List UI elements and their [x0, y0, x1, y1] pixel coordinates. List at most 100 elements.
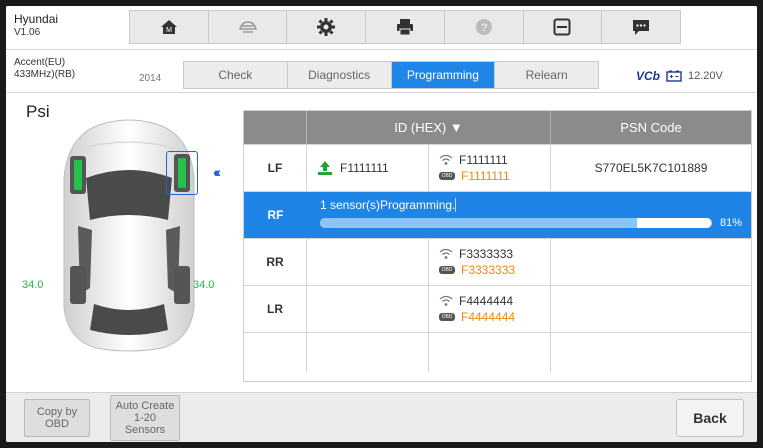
sensor-id-cell: F4444444 OBD F4444444: [429, 286, 551, 332]
vehicle-info-bar: Accent(EU) 433MHz)(RB) 2014 Check Diagno…: [6, 51, 757, 93]
lr-tire-indicator: [74, 270, 82, 300]
lf-tire[interactable]: [70, 156, 86, 194]
psn-code: [551, 239, 751, 285]
car-diagram: ‹‹‹ 34.0 34.0: [22, 118, 240, 358]
help-button[interactable]: ?: [445, 11, 524, 43]
obd-icon: OBD: [439, 313, 455, 321]
auto-create-line2: 1-20: [133, 412, 157, 424]
sensor-id: F1111111: [459, 153, 508, 167]
table-row-lf[interactable]: LF F1111111 F1111111 OBD F1111111 S770EL…: [244, 144, 751, 191]
car-top-view: [63, 119, 195, 352]
sensor-id-cell: F1111111 OBD F1111111: [429, 145, 551, 191]
sensor-id-cell: F3333333 OBD F3333333: [429, 239, 551, 285]
home-icon: M: [160, 20, 177, 34]
programming-progress-fill: [320, 218, 637, 228]
battery-icon: [666, 70, 682, 82]
rf-tire[interactable]: [174, 154, 190, 192]
svg-text:?: ?: [481, 22, 487, 34]
wireless-icon: [439, 248, 453, 259]
programmed-icon: [318, 161, 332, 175]
tab-programming[interactable]: Programming: [391, 62, 496, 88]
row-position: RF: [267, 208, 284, 222]
copy-by-obd-line1: Copy by: [36, 406, 78, 418]
row-position: LF: [244, 145, 307, 191]
sensor-id: F4444444: [459, 294, 514, 308]
main-toolbar: M ?: [129, 10, 681, 44]
table-row-rr[interactable]: RR F3333333 OBD F3333333: [244, 238, 751, 285]
app-version: V1.06: [14, 27, 41, 38]
rr-psi-value: 34.0: [193, 279, 215, 291]
obd-icon: OBD: [439, 266, 455, 274]
table-row-rf[interactable]: RF 1 sensor(s)Programming. 81%: [244, 191, 751, 238]
bottom-action-bar: Copy by OBD Auto Create 1-20 Sensors Bac…: [6, 392, 757, 442]
programmed-id-cell: [307, 239, 429, 285]
settings-icon: [317, 18, 336, 36]
psn-code: S770EL5K7C101889: [594, 161, 708, 175]
save-icon: [553, 18, 571, 36]
header-position: [244, 111, 307, 144]
home-button[interactable]: M: [130, 11, 209, 43]
svg-text:M: M: [166, 27, 172, 34]
lr-psi-value: 34.0: [22, 279, 44, 291]
header-psn-code: PSN Code: [620, 120, 682, 135]
vci-status: VCb 12.20V: [636, 69, 723, 83]
copy-by-obd-line2: OBD: [45, 418, 69, 430]
programming-progress-bar: [320, 218, 712, 228]
rr-tire-indicator: [178, 270, 186, 300]
header-id-hex[interactable]: ID (HEX) ▼: [307, 111, 551, 144]
print-icon: [397, 19, 414, 36]
obd-icon: OBD: [439, 172, 455, 180]
auto-create-sensors-button[interactable]: Auto Create 1-20 Sensors: [110, 395, 180, 441]
tab-check[interactable]: Check: [184, 62, 288, 88]
vehicle-switch-button[interactable]: [209, 11, 288, 43]
vehicle-model: Accent(EU) 433MHz)(RB): [14, 57, 75, 81]
table-header: ID (HEX) ▼ PSN Code: [244, 111, 751, 144]
top-header: Hyundai V1.06 M ?: [6, 6, 757, 50]
rr-tire[interactable]: [174, 266, 190, 304]
tab-diagnostics[interactable]: Diagnostics: [288, 62, 392, 88]
copy-by-obd-button[interactable]: Copy by OBD: [24, 399, 90, 437]
programming-panel: Psi ‹‹‹ 34.0 34.0 ID (HEX) ▼ PSN Code LF…: [6, 94, 757, 392]
programmed-id-cell: F1111111: [307, 145, 429, 191]
back-button[interactable]: Back: [676, 399, 744, 437]
print-button[interactable]: [366, 11, 445, 43]
vehicle-switch-icon: [238, 21, 257, 33]
programmed-id-cell: [307, 286, 429, 332]
function-tabs: Check Diagnostics Programming Relearn: [183, 61, 599, 89]
app-screen: Hyundai V1.06 M ? Accent(EU) 433MHz)(RB)…: [6, 6, 757, 442]
row-position: LR: [244, 286, 307, 332]
sensor-id: F3333333: [459, 247, 514, 261]
message-button[interactable]: [602, 11, 680, 43]
vehicle-model-line2: 433MHz)(RB): [14, 69, 76, 80]
auto-create-line3: Sensors: [124, 424, 166, 436]
obd-id: F4444444: [461, 310, 516, 324]
settings-button[interactable]: [287, 11, 367, 43]
lf-tire-indicator: [74, 160, 82, 190]
programmed-id: F1111111: [340, 161, 389, 175]
battery-voltage: 12.20V: [688, 70, 723, 82]
message-icon: [633, 20, 650, 35]
programming-status: 1 sensor(s)Programming.: [320, 198, 457, 212]
obd-id: F1111111: [461, 169, 510, 183]
vehicle-model-line1: Accent(EU): [14, 57, 66, 68]
lr-tire[interactable]: [70, 266, 86, 304]
empty-cell: [244, 333, 307, 372]
wireless-icon: [439, 154, 453, 165]
row-position: RR: [244, 239, 307, 285]
empty-cell: [551, 333, 751, 372]
wireless-icon: [439, 295, 453, 306]
psn-code: [551, 286, 751, 332]
auto-create-line1: Auto Create: [115, 400, 175, 412]
rf-tire-indicator: [178, 158, 186, 188]
app-title: Hyundai: [14, 12, 59, 26]
help-icon: ?: [475, 19, 492, 35]
tab-relearn[interactable]: Relearn: [495, 62, 598, 88]
table-row: [244, 332, 751, 372]
empty-cell: [429, 333, 551, 372]
sensor-table: ID (HEX) ▼ PSN Code LF F1111111 F1111111: [243, 110, 752, 382]
programming-arrow-icon: ‹‹‹: [213, 164, 221, 180]
vci-logo: VCb: [636, 69, 660, 83]
save-button[interactable]: [524, 11, 603, 43]
table-row-lr[interactable]: LR F4444444 OBD F4444444: [244, 285, 751, 332]
empty-cell: [307, 333, 429, 372]
